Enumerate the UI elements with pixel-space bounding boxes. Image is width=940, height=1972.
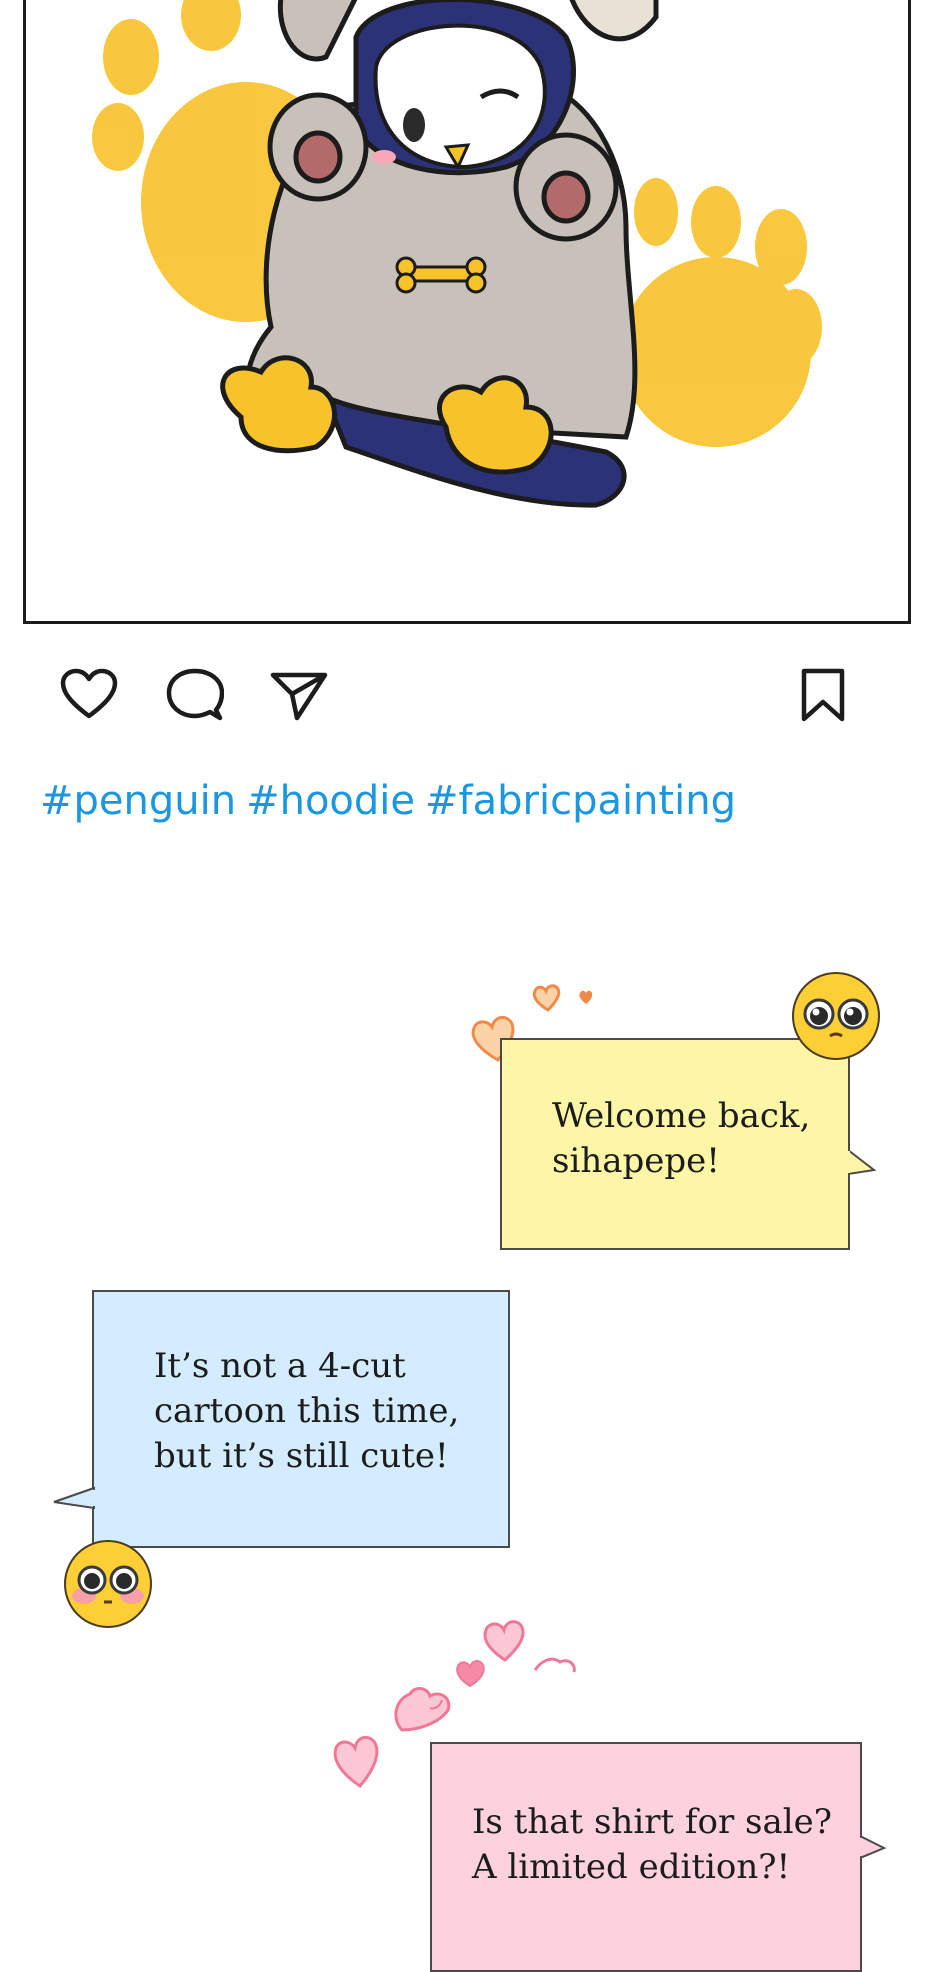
hashtag-link[interactable]: #fabricpainting [425, 778, 736, 824]
comment-bubble-body: Welcome back, sihapepe! [500, 1038, 850, 1250]
comment-bubble-3: Is that shirt for sale? A limited editio… [330, 1590, 890, 1972]
comment-text: It’s not a 4-cut [154, 1346, 406, 1386]
comment-button[interactable] [166, 668, 224, 722]
paper-plane-icon [270, 672, 328, 721]
hashtag-link[interactable]: #hoodie [246, 778, 415, 824]
penguin-hoodie-illustration [92, 0, 822, 508]
bookmark-outline-icon [801, 668, 845, 722]
comment-bubble-1: Welcome back, sihapepe! [468, 970, 880, 1260]
comment-bubble-2: It’s not a 4-cut cartoon this time, but … [52, 1290, 512, 1630]
bubble-tail [53, 1486, 96, 1510]
like-button[interactable] [60, 668, 118, 720]
comment-bubble-body: Is that shirt for sale? A limited editio… [430, 1742, 862, 1972]
pleading-face-icon [792, 972, 880, 1060]
comment-text: sihapepe! [552, 1141, 720, 1181]
comment-text: A limited edition?! [472, 1847, 791, 1887]
post-image[interactable] [23, 0, 911, 624]
bubble-tail [848, 1148, 877, 1176]
blushing-face-icon [64, 1540, 152, 1628]
comment-text: cartoon this time, [154, 1391, 460, 1431]
heart-outline-icon [60, 668, 118, 719]
bubble-tail [860, 1834, 887, 1860]
comment-text: Is that shirt for sale? [472, 1802, 832, 1842]
comment-text: Welcome back, [552, 1096, 811, 1136]
hashtag-line: #penguin #hoodie #fabricpainting [40, 778, 746, 824]
hashtag-link[interactable]: #penguin [40, 778, 236, 824]
share-button[interactable] [270, 670, 328, 722]
speech-bubble-outline-icon [166, 668, 224, 721]
comment-bubble-body: It’s not a 4-cut cartoon this time, but … [92, 1290, 510, 1548]
comment-text: but it’s still cute! [154, 1436, 449, 1476]
save-button[interactable] [800, 668, 846, 722]
